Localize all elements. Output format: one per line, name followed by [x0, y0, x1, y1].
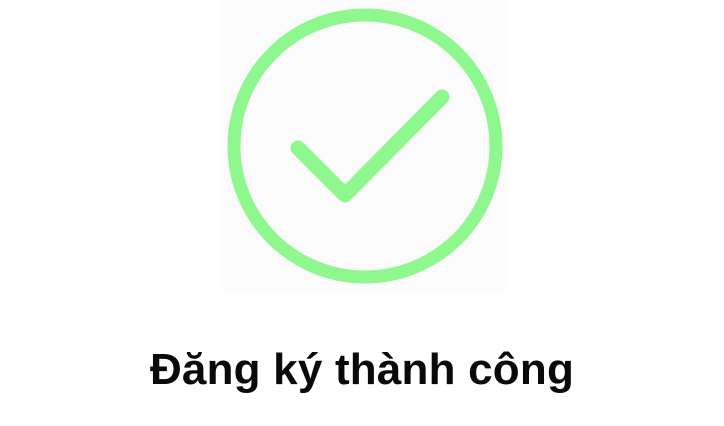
- registration-success-screen: Đăng ký thành công: [0, 0, 724, 426]
- check-circle-ring: [227, 8, 503, 284]
- success-icon-panel: [223, 0, 506, 291]
- check-mark: [290, 89, 450, 203]
- success-message: Đăng ký thành công: [149, 345, 575, 394]
- check-circle-icon: [227, 8, 503, 284]
